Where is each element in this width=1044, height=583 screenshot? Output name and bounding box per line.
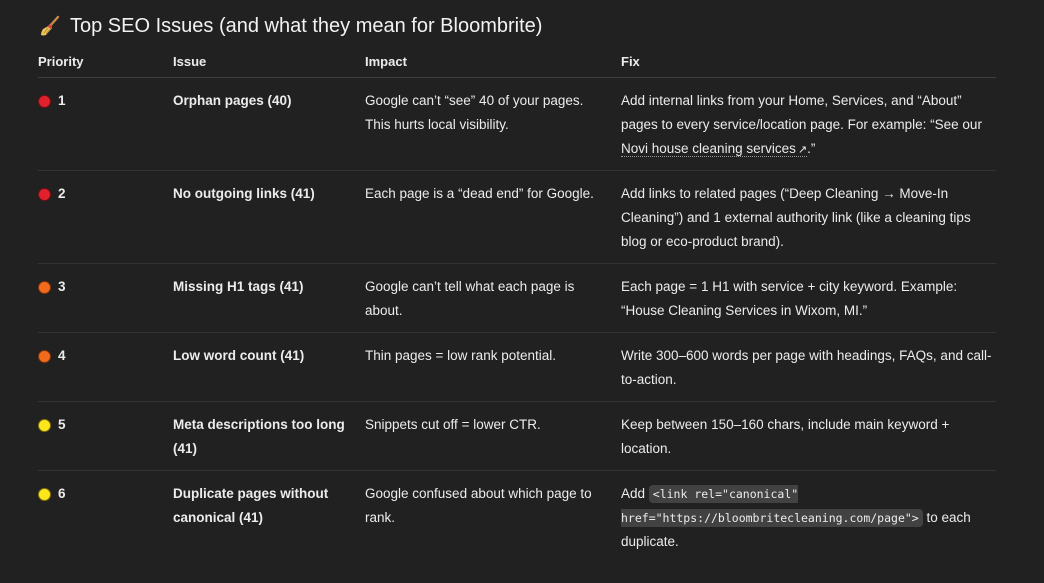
- table-row: 3 Missing H1 tags (41) Google can’t tell…: [38, 264, 996, 333]
- orange-circle-icon: [38, 349, 51, 363]
- issue-cell: Low word count (41): [173, 348, 305, 363]
- priority-number: 1: [58, 93, 66, 108]
- page-title: Top SEO Issues (and what they mean for B…: [38, 14, 542, 38]
- priority-cell: 1: [38, 89, 173, 113]
- priority-number: 5: [58, 417, 66, 432]
- issue-cell: No outgoing links (41): [173, 186, 315, 201]
- novi-services-link[interactable]: Novi house cleaning services ↗: [621, 141, 808, 157]
- yellow-circle-icon: [38, 418, 51, 432]
- impact-cell: Google confused about which page to rank…: [365, 486, 592, 525]
- external-link-icon: ↗: [797, 144, 808, 156]
- priority-cell: 2: [38, 182, 173, 206]
- broom-icon: [41, 15, 60, 36]
- issue-cell: Duplicate pages without canonical (41): [173, 486, 329, 525]
- impact-cell: Thin pages = low rank potential.: [365, 348, 556, 363]
- impact-cell: Snippets cut off = lower CTR.: [365, 417, 541, 432]
- priority-number: 2: [58, 186, 66, 201]
- page-title-text: Top SEO Issues (and what they mean for B…: [70, 14, 543, 37]
- issue-cell: Missing H1 tags (41): [173, 279, 304, 294]
- header-issue: Issue: [173, 54, 207, 69]
- orange-circle-icon: [38, 280, 51, 294]
- table-header: Priority Issue Impact Fix: [38, 52, 996, 78]
- issue-cell: Meta descriptions too long (41): [173, 417, 345, 456]
- fix-cell: Add internal links from your Home, Servi…: [621, 93, 982, 157]
- priority-cell: 4: [38, 344, 173, 368]
- fix-cell: Write 300–600 words per page with headin…: [621, 348, 992, 387]
- fix-cell: Each page = 1 H1 with service + city key…: [621, 279, 958, 318]
- issue-cell: Orphan pages (40): [173, 93, 292, 108]
- priority-number: 4: [58, 348, 66, 363]
- table-row: 6 Duplicate pages without canonical (41)…: [38, 471, 996, 564]
- impact-cell: Google can’t tell what each page is abou…: [365, 279, 575, 318]
- yellow-circle-icon: [38, 487, 51, 501]
- header-impact: Impact: [365, 54, 407, 69]
- priority-number: 6: [58, 486, 66, 501]
- impact-cell: Each page is a “dead end” for Google.: [365, 186, 594, 201]
- fix-cell: Add links to related pages (“Deep Cleani…: [621, 186, 971, 249]
- priority-cell: 3: [38, 275, 173, 299]
- red-circle-icon: [38, 187, 51, 201]
- canonical-code-snippet: <link rel="canonical" href="https://bloo…: [621, 485, 923, 527]
- seo-issues-table: Priority Issue Impact Fix 1 Orphan pages…: [38, 52, 996, 564]
- table-row: 5 Meta descriptions too long (41) Snippe…: [38, 402, 996, 471]
- table-row: 1 Orphan pages (40) Google can’t “see” 4…: [38, 78, 996, 171]
- table-row: 4 Low word count (41) Thin pages = low r…: [38, 333, 996, 402]
- impact-cell: Google can’t “see” 40 of your pages. Thi…: [365, 93, 584, 132]
- priority-cell: 6: [38, 482, 173, 506]
- header-priority: Priority: [38, 54, 84, 69]
- fix-cell: Keep between 150–160 chars, include main…: [621, 417, 950, 456]
- red-circle-icon: [38, 94, 51, 108]
- table-row: 2 No outgoing links (41) Each page is a …: [38, 171, 996, 264]
- fix-cell: Add <link rel="canonical" href="https://…: [621, 485, 971, 549]
- priority-number: 3: [58, 279, 66, 294]
- header-fix: Fix: [621, 54, 640, 69]
- priority-cell: 5: [38, 413, 173, 437]
